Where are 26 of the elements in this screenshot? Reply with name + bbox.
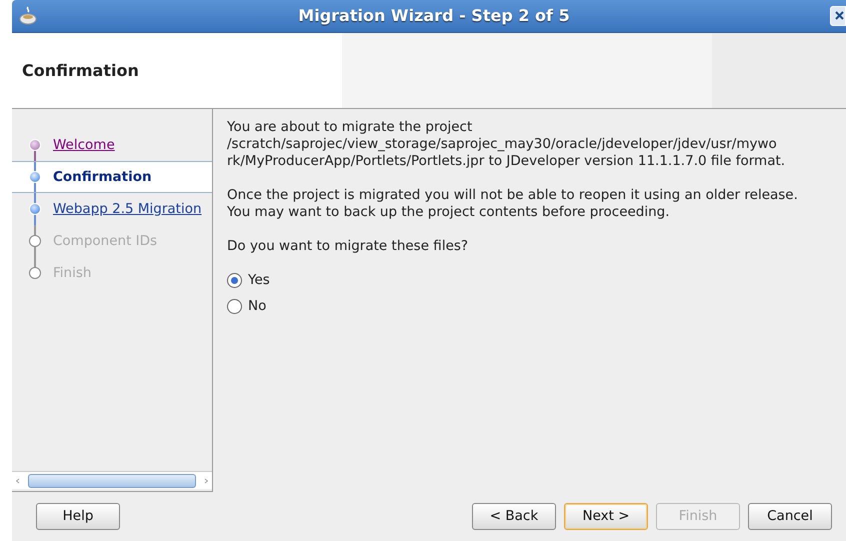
option-label[interactable]: No bbox=[248, 296, 266, 316]
step-marker-icon bbox=[29, 139, 41, 151]
dialog-button[interactable]: Cancel bbox=[748, 503, 832, 530]
horizontal-scrollbar[interactable] bbox=[12, 471, 212, 489]
coffee-cup-icon bbox=[18, 6, 38, 26]
message-paragraph: Once the project is migrated you will not be able to reopen it using an older release. You may want to back up the project contents before proceeding. bbox=[227, 187, 799, 221]
step-label: Component IDs bbox=[53, 232, 158, 251]
dialog-button[interactable]: Next > bbox=[564, 503, 648, 530]
step-label: Finish bbox=[53, 264, 92, 283]
step-link[interactable]: Webapp 2.5 Migration bbox=[53, 198, 202, 220]
dialog-button[interactable]: < Back bbox=[472, 503, 556, 530]
step-marker-icon bbox=[29, 203, 41, 215]
radio-button[interactable] bbox=[227, 272, 242, 288]
step-marker-icon bbox=[29, 171, 41, 183]
message-paragraph: You are about to migrate the project /scratch/saprojec/view_storage/saprojec_may30/oracle/jdeveloper/jdev/usr/mywo rk/MyProducerApp/Portlets/Portlets.jpr to JDeveloper version 11.1.1.7.0 file format. bbox=[227, 119, 786, 170]
close-button[interactable] bbox=[830, 6, 846, 26]
step-link[interactable]: Welcome bbox=[53, 134, 115, 156]
step-marker-icon bbox=[29, 235, 41, 247]
window-title: Migration Wizard - Step 2 of 5 bbox=[297, 5, 571, 27]
step-marker-icon bbox=[29, 267, 41, 279]
message-paragraph: Do you want to migrate these files? bbox=[227, 238, 470, 255]
close-icon[interactable] bbox=[835, 10, 844, 20]
option-label[interactable]: Yes bbox=[248, 270, 270, 290]
page-title: Confirmation bbox=[22, 60, 139, 82]
dialog-button[interactable]: Help bbox=[36, 503, 120, 530]
radio-button[interactable] bbox=[227, 298, 242, 314]
